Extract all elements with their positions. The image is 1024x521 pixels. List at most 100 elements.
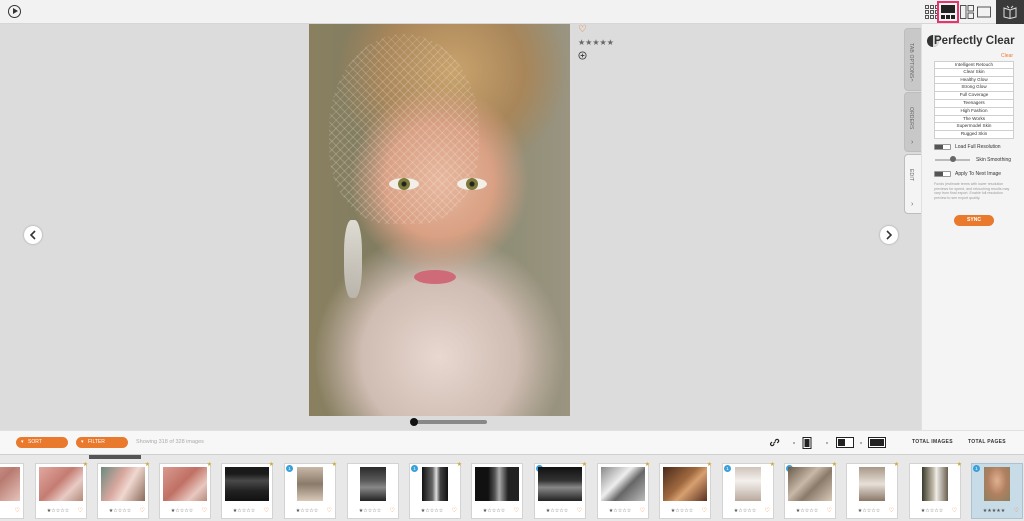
filter-button[interactable]: FILTER: [76, 437, 128, 448]
thumbnail[interactable]: 1 ★ ★☆☆☆☆ ♡: [284, 462, 337, 519]
thumbnail[interactable]: ★ ★☆☆☆☆ ♡: [597, 462, 650, 519]
thumbnail-rating-stars[interactable]: ★☆☆☆☆: [472, 508, 516, 514]
thumbnail-rating-stars[interactable]: ★☆☆☆☆: [723, 508, 767, 514]
preset-rugged-skin[interactable]: Rugged Skin: [934, 131, 1014, 139]
favorite-heart-icon[interactable]: ♡: [889, 507, 894, 514]
favorite-heart-icon[interactable]: ♡: [640, 507, 645, 514]
thumbnail-rating-stars[interactable]: ★☆☆☆☆: [785, 508, 829, 514]
thumbnail[interactable]: ★ ★☆☆☆☆ ♡: [909, 462, 962, 519]
tab-options[interactable]: TAB OPTIONS ›: [904, 28, 921, 91]
thumbnail[interactable]: ★ ★☆☆☆☆ ♡: [221, 462, 274, 519]
image-scrub-bar[interactable]: [411, 420, 487, 424]
favorite-heart-icon[interactable]: ♡: [1014, 507, 1019, 514]
favorite-heart-icon[interactable]: ♡: [702, 507, 707, 514]
book-icon: [1003, 5, 1017, 19]
thumbnail[interactable]: ★☆☆☆☆ ♡: [471, 463, 523, 519]
clear-link[interactable]: Clear: [1001, 53, 1013, 59]
sync-button[interactable]: SYNC: [954, 215, 994, 226]
preset-teenagers[interactable]: Teenagers: [934, 99, 1014, 108]
image-count-text: Showing 318 of 328 images: [136, 439, 204, 445]
preset-intelligent-retouch[interactable]: Intelligent Retouch: [934, 61, 1014, 69]
thumbnail-rating-stars[interactable]: ★☆☆☆☆: [285, 508, 329, 514]
thumbnail-rating-stars[interactable]: ★☆☆☆☆: [98, 508, 142, 514]
thumbnail-rating-stars[interactable]: ★☆☆☆☆: [348, 508, 392, 514]
next-image-button[interactable]: [880, 226, 898, 244]
preset-strong-glow[interactable]: Strong Glow: [934, 84, 1014, 93]
thumbnail-image: [0, 467, 20, 501]
thumbnail[interactable]: ♡: [0, 463, 24, 519]
filmstrip-toolbar: SORT FILTER Showing 318 of 328 images TO…: [0, 430, 1024, 454]
favorite-heart-icon[interactable]: ♡: [140, 507, 145, 514]
main-photo[interactable]: [309, 24, 570, 416]
thumbnail[interactable]: 1 ★ ★☆☆☆☆ ♡: [409, 462, 462, 519]
preset-healthy-glow[interactable]: Healthy Glow: [934, 76, 1014, 85]
tab-edit[interactable]: EDIT ›: [904, 154, 921, 214]
thumbnail-rating-stars[interactable]: ★☆☆☆☆: [222, 508, 266, 514]
thumbnail-selected[interactable]: 1 ★★★★★ ♡: [971, 463, 1023, 519]
book-view-button[interactable]: [996, 0, 1024, 24]
spread-page-icon[interactable]: [836, 437, 854, 448]
preset-high-fashion[interactable]: High Fashion: [934, 107, 1014, 116]
thumbnail-rating-stars[interactable]: ★☆☆☆☆: [36, 508, 80, 514]
image-viewer: ♡ ★★★★★: [0, 24, 904, 434]
chevron-right-icon: ›: [911, 139, 914, 146]
thumbnail[interactable]: ★ ★☆☆☆☆ ♡: [159, 462, 212, 519]
thumbnail[interactable]: ★☆☆☆☆ ♡: [347, 463, 399, 519]
full-spread-icon[interactable]: [868, 437, 886, 448]
thumbnail[interactable]: 1 ★ ★☆☆☆☆ ♡: [722, 462, 775, 519]
favorite-heart-icon[interactable]: ♡: [827, 507, 832, 514]
tab-orders[interactable]: ORDERS ›: [904, 92, 921, 152]
zoom-in-icon[interactable]: [578, 51, 587, 60]
photo-rating-stars[interactable]: ★★★★★: [578, 38, 618, 47]
favorite-heart-icon[interactable]: ♡: [765, 507, 770, 514]
favorite-heart-icon[interactable]: ♡: [578, 25, 618, 35]
thumbnail-rating-stars[interactable]: ★★★★★: [972, 508, 1016, 514]
link-icon[interactable]: [769, 437, 780, 448]
preset-supermodel-skin[interactable]: Supermodel Skin: [934, 123, 1014, 132]
thumbnail-rating-stars[interactable]: ★☆☆☆☆: [910, 508, 954, 514]
preset-the-works[interactable]: The Works: [934, 115, 1014, 124]
edited-star-icon: ★: [331, 462, 337, 468]
thumbnail-rating-stars[interactable]: ★☆☆☆☆: [535, 508, 579, 514]
favorite-heart-icon[interactable]: ♡: [327, 507, 332, 514]
filmstrip-scrollbar[interactable]: [89, 455, 141, 459]
favorite-heart-icon[interactable]: ♡: [452, 507, 457, 514]
preset-clear-skin[interactable]: Clear Skin: [934, 68, 1014, 77]
scrub-handle[interactable]: [410, 418, 418, 426]
favorite-heart-icon[interactable]: ♡: [15, 507, 20, 514]
compare-view-icon[interactable]: [959, 4, 975, 20]
apply-to-next-image-toggle[interactable]: [934, 171, 951, 177]
thumbnail[interactable]: ★ ★☆☆☆☆ ♡: [659, 462, 712, 519]
thumbnail[interactable]: ★ ★☆☆☆☆ ♡: [97, 462, 150, 519]
thumbnail-rating-stars[interactable]: ★☆☆☆☆: [660, 508, 704, 514]
favorite-heart-icon[interactable]: ♡: [577, 507, 582, 514]
single-page-icon[interactable]: [802, 437, 812, 449]
thumbnail-rating-stars[interactable]: ★☆☆☆☆: [598, 508, 642, 514]
favorite-heart-icon[interactable]: ♡: [390, 507, 395, 514]
edited-star-icon: ★: [581, 462, 587, 468]
play-icon[interactable]: [8, 5, 21, 18]
favorite-heart-icon[interactable]: ♡: [264, 507, 269, 514]
favorite-heart-icon[interactable]: ♡: [78, 507, 83, 514]
load-full-resolution-toggle[interactable]: [934, 144, 951, 150]
thumbnail-image: [225, 467, 269, 501]
thumbnail[interactable]: ★ ★☆☆☆☆ ♡: [846, 462, 899, 519]
filmstrip-view-icon[interactable]: [937, 1, 959, 23]
load-full-resolution-label: Load Full Resolution: [955, 144, 1001, 150]
thumbnail-rating-stars[interactable]: ★☆☆☆☆: [847, 508, 891, 514]
single-view-icon[interactable]: [976, 4, 992, 20]
preset-full-coverage[interactable]: Full Coverage: [934, 92, 1014, 100]
skin-smoothing-handle[interactable]: [950, 156, 956, 162]
thumbnail-rating-stars[interactable]: ★☆☆☆☆: [160, 508, 204, 514]
thumbnail-rating-stars[interactable]: ★☆☆☆☆: [410, 508, 454, 514]
favorite-heart-icon[interactable]: ♡: [514, 507, 519, 514]
previous-image-button[interactable]: [24, 226, 42, 244]
favorite-heart-icon[interactable]: ♡: [952, 507, 957, 514]
favorite-heart-icon[interactable]: ♡: [202, 507, 207, 514]
thumbnail[interactable]: ★ ★☆☆☆☆ ♡: [35, 462, 88, 519]
thumbnail[interactable]: 1 ★ ★☆☆☆☆ ♡: [534, 462, 587, 519]
sort-button[interactable]: SORT: [16, 437, 68, 448]
help-text: Funds (estimate terms with lower resolut…: [934, 182, 1010, 200]
thumbnail[interactable]: 1 ★ ★☆☆☆☆ ♡: [784, 462, 837, 519]
grid-view-icon[interactable]: [924, 4, 940, 20]
